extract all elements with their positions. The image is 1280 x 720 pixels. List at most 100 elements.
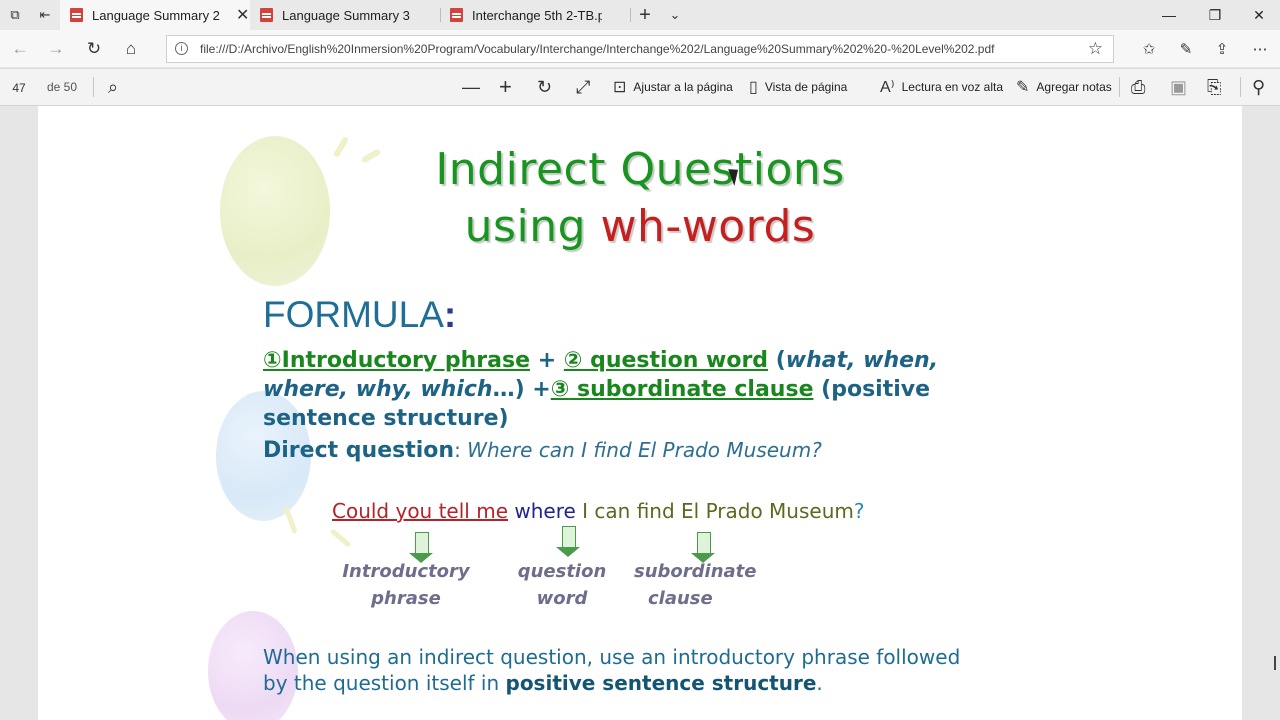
- share-icon[interactable]: ⇪: [1204, 30, 1240, 67]
- step-2-text: question word: [582, 348, 769, 373]
- close-tab-icon[interactable]: ✕: [236, 5, 249, 25]
- pdf-file-icon: [450, 8, 463, 22]
- new-tab-icon[interactable]: +: [630, 0, 660, 30]
- note-line-2: by the question itself in positive sente…: [263, 670, 960, 696]
- pin-icon: ⚲: [1252, 76, 1266, 97]
- sun-ray-decoration: [283, 505, 298, 535]
- example-intro: Could you tell me: [332, 499, 508, 523]
- direct-question-text: Where can I find El Prado Museum?: [467, 438, 822, 462]
- wh-examples-b: where, why, which: [263, 377, 493, 402]
- save-button[interactable]: ▣: [1170, 70, 1187, 104]
- set-aside-tabs-icon[interactable]: ⇤: [30, 0, 60, 30]
- step-2-number: ②: [563, 348, 583, 373]
- fullscreen-button[interactable]: ⤢: [576, 70, 590, 104]
- direct-question-label: Direct question: [263, 438, 455, 463]
- slide-title-line1: Indirect Questions: [435, 144, 845, 195]
- tab-interchange-5th[interactable]: Interchange 5th 2-TB.pdf: [440, 0, 630, 30]
- pdf-file-icon: [70, 8, 83, 22]
- save-icon: ▣: [1170, 76, 1188, 97]
- tab-language-summary-3[interactable]: Language Summary 3 - Leve: [250, 0, 440, 30]
- formula-word: FORMULA: [263, 294, 444, 335]
- address-field[interactable]: i file:///D:/Archivo/English%20Inmersion…: [166, 35, 1114, 63]
- sun-ray-decoration: [329, 528, 352, 548]
- page-view-icon: ▯: [749, 79, 758, 96]
- wh-examples-a: what, when,: [785, 348, 939, 373]
- ellipsis-plus: …) +: [492, 377, 551, 402]
- close-window-icon[interactable]: ✕: [1236, 0, 1280, 30]
- down-arrow-icon: [691, 532, 715, 563]
- favorite-star-icon[interactable]: ☆: [1088, 39, 1103, 59]
- explanation-note: When using an indirect question, use an …: [263, 644, 960, 696]
- page-view-button[interactable]: ▯ Vista de página: [749, 70, 847, 104]
- forward-arrow-icon[interactable]: →: [38, 30, 74, 67]
- favorites-icon[interactable]: ✩: [1131, 30, 1167, 67]
- read-aloud-label: Lectura en voz alta: [901, 80, 1004, 94]
- print-icon: ⎙: [1131, 76, 1146, 97]
- example-clause: I can find El Prado Museum: [582, 499, 854, 523]
- label-line: word: [536, 588, 588, 609]
- zoom-in-button[interactable]: +: [499, 70, 512, 104]
- label-introductory-phrase: Introductory phrase: [334, 558, 478, 612]
- label-subordinate-clause: subordinate clause: [634, 558, 778, 612]
- page-total: de 50: [47, 80, 78, 94]
- refresh-icon[interactable]: ↻: [76, 30, 112, 67]
- formula-line-1: ①Introductory phrase + ② question word (…: [263, 346, 938, 375]
- minus-icon: —: [462, 76, 480, 97]
- label-line: subordinate: [634, 561, 757, 582]
- search-icon: ⌕: [108, 76, 119, 97]
- formula-colon: :: [443, 294, 457, 335]
- label-line: Introductory: [342, 561, 470, 582]
- pin-toolbar-button[interactable]: ⚲: [1252, 70, 1265, 104]
- toolbar-divider: [93, 77, 94, 97]
- plus-icon: +: [499, 74, 512, 99]
- chevron-down-icon[interactable]: ⌄: [660, 0, 690, 30]
- step-3-text: subordinate clause: [569, 377, 814, 402]
- step-3-tail: (positive: [813, 377, 931, 402]
- note-line-1: When using an indirect question, use an …: [263, 645, 961, 669]
- tab-label: Language Summary 2 -: [92, 7, 222, 23]
- pdf-page: Indirect Questions using wh-words FORMUL…: [38, 106, 1242, 720]
- note-text: by the question itself in: [263, 671, 506, 695]
- pen-notes-icon[interactable]: ✎: [1168, 30, 1204, 67]
- label-line: question: [517, 561, 607, 582]
- info-icon[interactable]: i: [175, 42, 188, 55]
- toolbar-divider: [1119, 77, 1120, 97]
- paren-open: (: [768, 348, 786, 373]
- label-line: phrase: [371, 588, 441, 609]
- read-aloud-icon: A⁾: [880, 79, 895, 96]
- step-2: ② question word: [564, 348, 768, 373]
- title-text: using: [464, 201, 601, 252]
- more-options-icon[interactable]: ⋯: [1242, 30, 1278, 67]
- tab-actions-icon[interactable]: ⧉: [0, 0, 30, 30]
- add-notes-button[interactable]: ✎ Agregar notas: [1016, 70, 1112, 104]
- print-button[interactable]: ⎙: [1131, 70, 1145, 104]
- home-icon[interactable]: ⌂: [113, 30, 149, 67]
- search-button[interactable]: ⌕: [108, 70, 118, 104]
- back-arrow-icon[interactable]: ←: [2, 30, 38, 67]
- example-sentence: Could you tell me where I can find El Pr…: [332, 499, 865, 523]
- step-1-number: ①: [263, 348, 282, 373]
- fit-page-button[interactable]: ⊡ Ajustar a la página: [613, 70, 733, 104]
- formula-line-2: where, why, which…) +③ subordinate claus…: [263, 375, 930, 404]
- example-question-mark: ?: [853, 499, 865, 523]
- save-as-button[interactable]: ⎘: [1207, 70, 1221, 104]
- pen-icon: ✎: [1016, 79, 1030, 96]
- zoom-out-button[interactable]: —: [462, 70, 480, 104]
- step-3-number: ③: [550, 377, 570, 402]
- scrollbar-thumb[interactable]: [1274, 656, 1276, 670]
- url-text: file:///D:/Archivo/English%20Inmersion%2…: [200, 42, 995, 56]
- tab-language-summary-2[interactable]: Language Summary 2 - ✕: [60, 0, 250, 30]
- save-as-icon: ⎘: [1207, 76, 1222, 97]
- rotate-button[interactable]: ↻: [537, 70, 552, 104]
- page-number-input[interactable]: 47: [4, 74, 34, 100]
- page-view-label: Vista de página: [764, 80, 848, 94]
- formula-line-3: sentence structure): [263, 406, 509, 431]
- read-aloud-button[interactable]: A⁾ Lectura en voz alta: [880, 70, 1003, 104]
- toolbar-divider: [1240, 77, 1241, 97]
- slide-title-line2: using wh-words: [38, 201, 1242, 252]
- title-highlight: wh-words: [600, 201, 816, 252]
- minimize-icon[interactable]: —: [1146, 0, 1192, 30]
- down-arrow-icon: [409, 532, 433, 563]
- restore-icon[interactable]: ❐: [1192, 0, 1238, 30]
- step-1-text: Introductory phrase: [281, 348, 531, 373]
